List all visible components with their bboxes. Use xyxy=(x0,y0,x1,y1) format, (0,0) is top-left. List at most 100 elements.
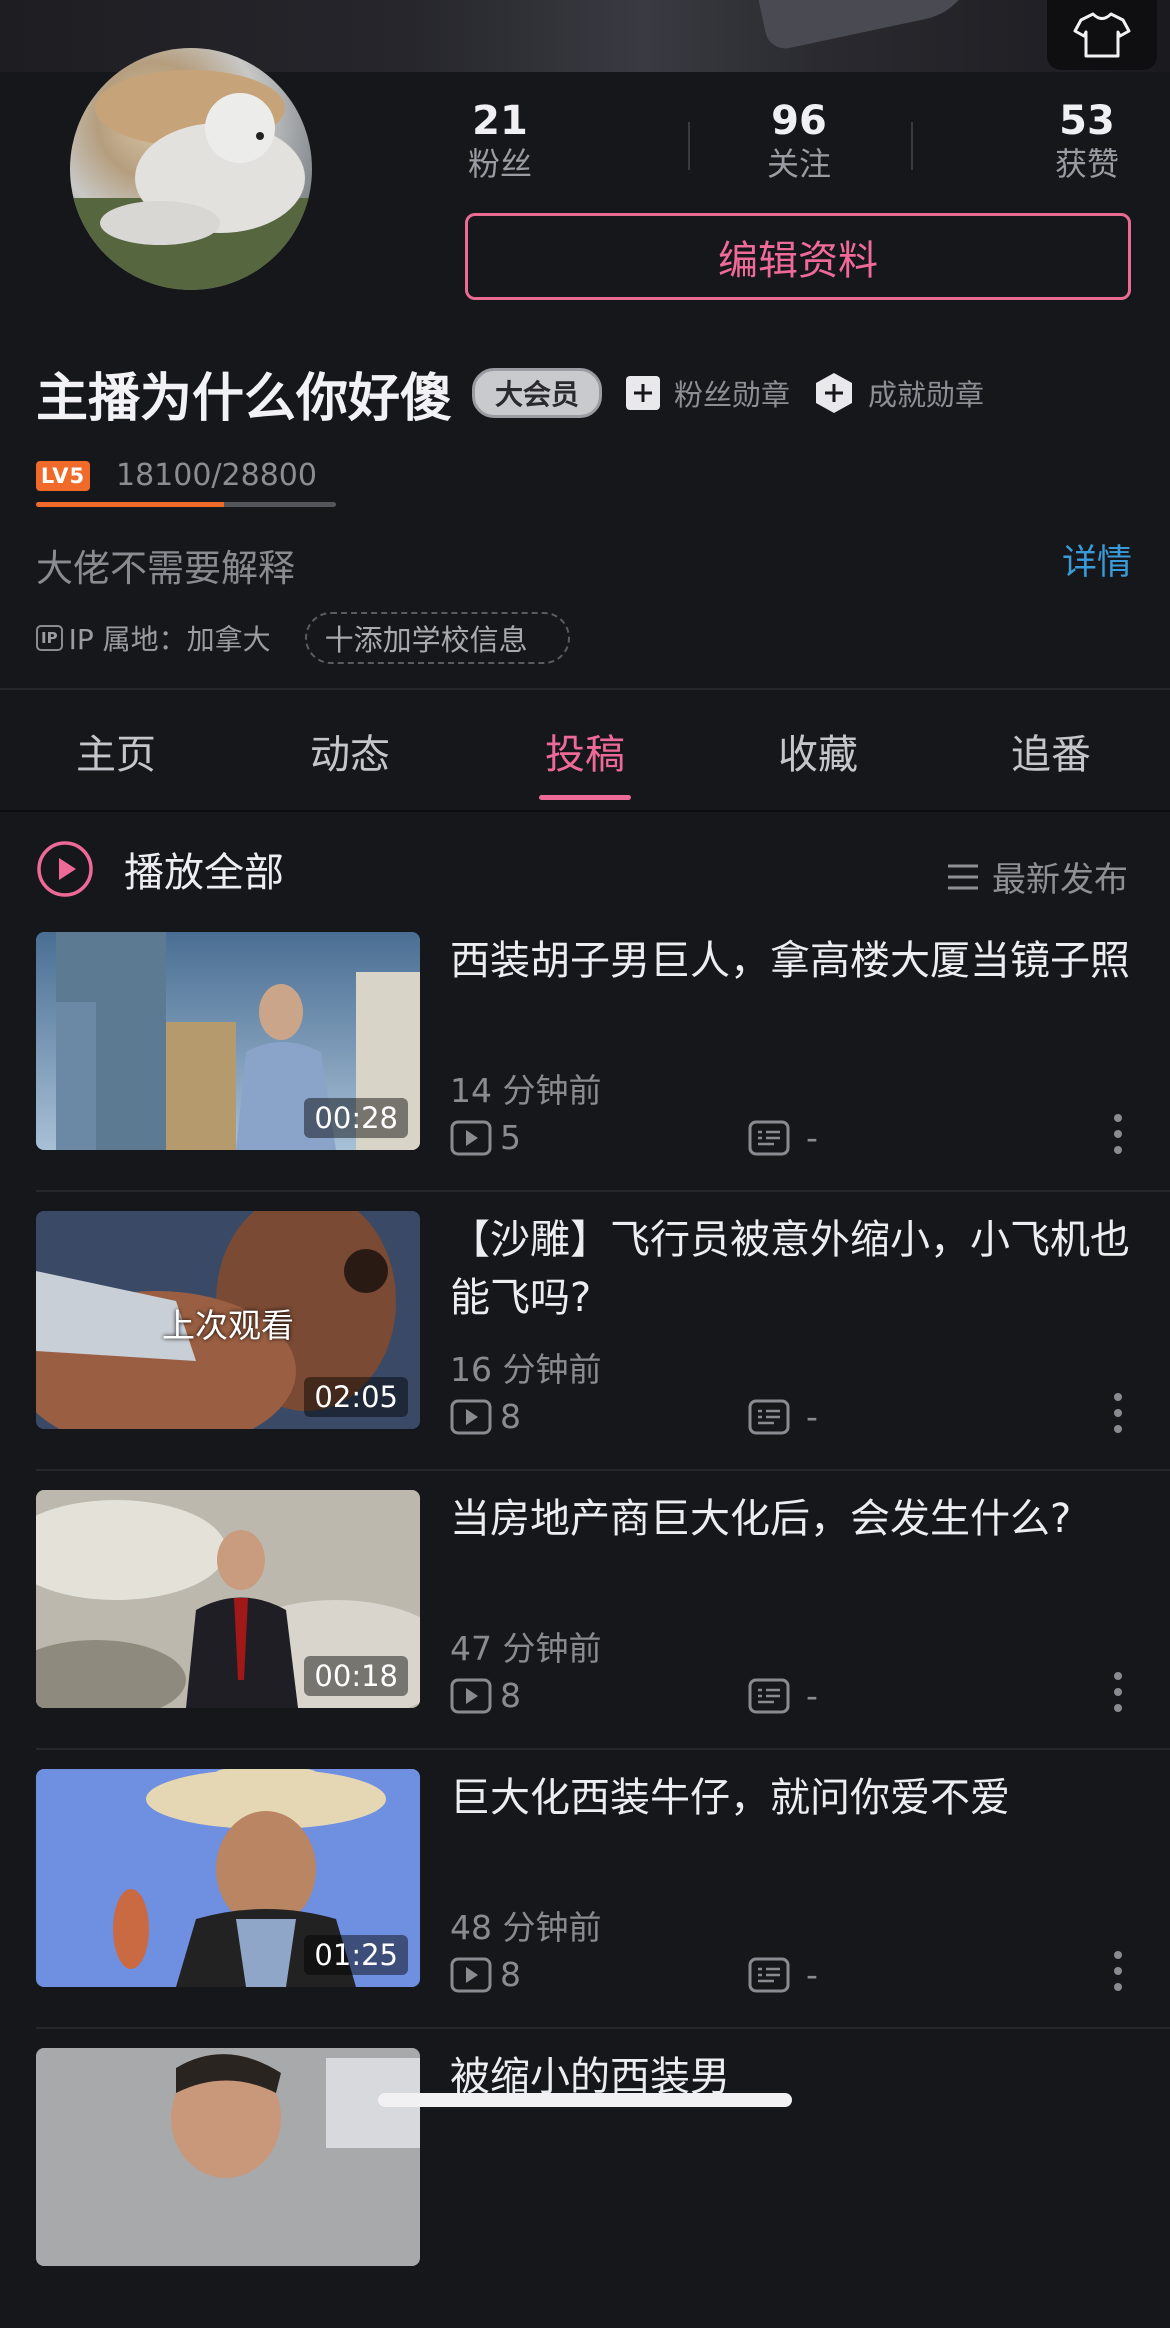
play-count: 5 xyxy=(500,1118,521,1157)
video-title[interactable]: 西装胡子男巨人，拿高楼大厦当镜子照 xyxy=(450,932,1130,990)
more-vertical-icon xyxy=(1114,1951,1122,1991)
video-thumbnail[interactable]: 01:25 xyxy=(36,1769,420,1987)
danmaku-count: - xyxy=(806,1397,818,1436)
sort-label: 最新发布 xyxy=(992,860,1128,900)
divider xyxy=(36,2027,1170,2029)
tab-dynamic[interactable]: 动态 xyxy=(270,722,430,780)
video-plays: 8 xyxy=(450,1676,521,1715)
video-duration: 00:28 xyxy=(304,1098,408,1138)
stat-label: 获赞 xyxy=(1054,145,1119,183)
stat-divider xyxy=(911,122,913,170)
bio: 大佬不需要解释 xyxy=(36,547,295,590)
video-thumbnail[interactable]: 00:28 xyxy=(36,932,420,1150)
danmaku-icon xyxy=(748,1399,790,1434)
add-school-button[interactable]: 十添加学校信息 xyxy=(304,612,570,664)
video-item[interactable]: 01:25 巨大化西装牛仔，就问你爱不爱 48 分钟前 8 - xyxy=(0,1769,1170,2049)
video-duration: 01:25 xyxy=(304,1935,408,1975)
home-indicator[interactable] xyxy=(378,2093,792,2107)
video-title[interactable]: 巨大化西装牛仔，就问你爱不爱 xyxy=(450,1769,1130,1827)
video-title[interactable]: 当房地产商巨大化后，会发生什么? xyxy=(450,1490,1130,1548)
last-watched-overlay: 上次观看 xyxy=(162,1306,294,1345)
level-badge: LV5 xyxy=(36,460,90,491)
avatar-image xyxy=(70,70,312,290)
experience-bar xyxy=(36,502,336,507)
danmaku-icon xyxy=(748,1678,790,1713)
video-danmaku: - xyxy=(748,1397,818,1436)
video-time: 48 分钟前 xyxy=(450,1908,602,1947)
divider xyxy=(0,810,1170,812)
achievement-medal[interactable]: 成就勋章 xyxy=(812,371,984,415)
video-thumbnail[interactable] xyxy=(36,2048,420,2266)
video-danmaku: - xyxy=(748,1676,818,1715)
more-vertical-icon xyxy=(1114,1393,1122,1433)
stat-fans[interactable]: 21 粉丝 xyxy=(420,98,580,184)
more-options-button[interactable] xyxy=(1112,1112,1124,1160)
video-title[interactable]: 【沙雕】飞行员被意外缩小，小飞机也能飞吗? xyxy=(450,1211,1130,1327)
play-all-label: 播放全部 xyxy=(124,850,284,896)
play-all-button[interactable]: 播放全部 xyxy=(36,840,284,898)
more-vertical-icon xyxy=(1114,1114,1122,1154)
banner-decoration xyxy=(755,0,985,53)
play-circle-icon xyxy=(37,841,93,897)
danmaku-count: - xyxy=(806,1676,818,1715)
avatar[interactable] xyxy=(70,48,312,290)
level-row[interactable]: LV5 18100/28800 xyxy=(36,458,317,493)
tab-uploads[interactable]: 投稿 xyxy=(505,722,665,780)
video-danmaku: - xyxy=(748,1955,818,1994)
play-count: 8 xyxy=(500,1397,521,1436)
shirt-icon xyxy=(1073,12,1131,58)
danmaku-icon xyxy=(748,1120,790,1155)
tab-home[interactable]: 主页 xyxy=(36,722,196,780)
vip-badge[interactable]: 大会员 xyxy=(472,368,603,418)
video-time: 47 分钟前 xyxy=(450,1629,602,1668)
stat-label: 粉丝 xyxy=(467,145,532,183)
detail-link[interactable]: 详情 xyxy=(1062,534,1132,585)
stat-likes[interactable]: 53 获赞 xyxy=(1007,98,1167,184)
tab-favorites[interactable]: 收藏 xyxy=(738,722,898,780)
video-time: 14 分钟前 xyxy=(450,1071,602,1110)
play-count-icon xyxy=(450,1678,492,1713)
achievement-medal-icon xyxy=(816,373,853,413)
fan-medal-icon xyxy=(626,376,661,410)
stat-following[interactable]: 96 关注 xyxy=(719,98,879,184)
ip-location: IP 属地：加拿大 xyxy=(68,623,271,656)
fan-medal[interactable]: 粉丝勋章 xyxy=(624,372,790,414)
play-count-icon xyxy=(450,1399,492,1434)
tab-bar: 主页 动态 投稿 收藏 追番 xyxy=(0,700,1170,800)
more-options-button[interactable] xyxy=(1112,1391,1124,1439)
divider xyxy=(36,1190,1170,1192)
stat-label: 关注 xyxy=(766,145,831,183)
danmaku-count: - xyxy=(806,1118,818,1157)
play-count: 8 xyxy=(500,1955,521,1994)
video-item[interactable]: 00:18 当房地产商巨大化后，会发生什么? 47 分钟前 8 - xyxy=(0,1490,1170,1770)
video-thumbnail[interactable]: 00:18 xyxy=(36,1490,420,1708)
video-thumbnail[interactable]: 上次观看 02:05 xyxy=(36,1211,420,1429)
video-danmaku: - xyxy=(748,1118,818,1157)
more-options-button[interactable] xyxy=(1112,1670,1124,1718)
edit-profile-button[interactable]: 编辑资料 xyxy=(465,213,1131,300)
tab-bangumi[interactable]: 追番 xyxy=(971,722,1131,780)
video-duration: 00:18 xyxy=(304,1656,408,1696)
play-count-icon xyxy=(450,1957,492,1992)
active-tab-indicator xyxy=(539,795,631,800)
stat-value: 21 xyxy=(472,98,528,144)
stat-divider xyxy=(688,122,690,170)
more-vertical-icon xyxy=(1114,1672,1122,1712)
video-plays: 8 xyxy=(450,1955,521,1994)
sort-button[interactable]: 最新发布 xyxy=(946,852,1128,901)
more-options-button[interactable] xyxy=(1112,1949,1124,1997)
experience-bar-fill xyxy=(36,502,225,507)
fan-medal-label: 粉丝勋章 xyxy=(674,378,791,412)
video-item[interactable]: 上次观看 02:05 【沙雕】飞行员被意外缩小，小飞机也能飞吗? 16 分钟前 … xyxy=(0,1211,1170,1491)
stats-row: 21 粉丝 96 关注 53 获赞 xyxy=(420,98,1160,188)
play-count-icon xyxy=(450,1120,492,1155)
video-item[interactable]: 被缩小的西装男 xyxy=(0,2048,1170,2328)
user-name: 主播为什么你好傻 xyxy=(36,368,453,429)
outfit-button[interactable] xyxy=(1047,0,1157,70)
name-row: 主播为什么你好傻 大会员 粉丝勋章 成就勋章 xyxy=(36,358,984,429)
achievement-medal-label: 成就勋章 xyxy=(868,378,985,412)
divider xyxy=(36,1748,1170,1750)
video-item[interactable]: 00:28 西装胡子男巨人，拿高楼大厦当镜子照 14 分钟前 5 - xyxy=(0,932,1170,1212)
divider xyxy=(0,688,1170,690)
video-plays: 8 xyxy=(450,1397,521,1436)
